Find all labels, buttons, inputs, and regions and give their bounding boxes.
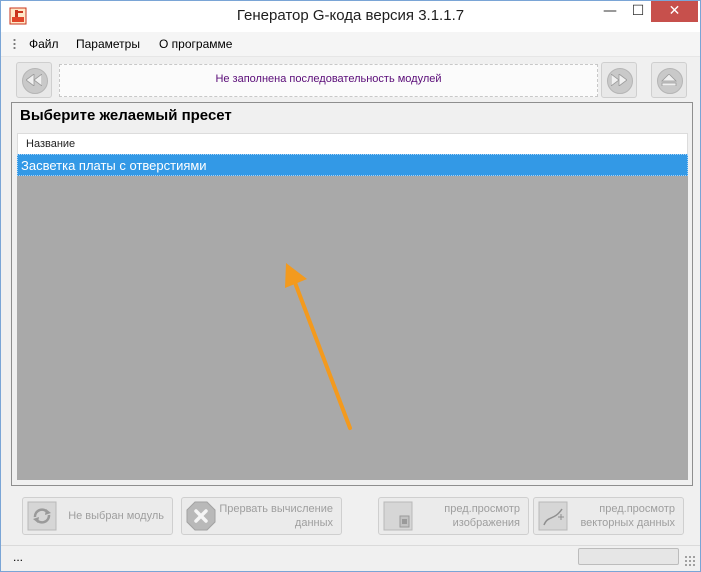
abort-button-label: Прервать вычисление данных [219,502,333,530]
fast-forward-icon [611,74,627,86]
menu-bar: Файл Параметры О программе [1,32,700,57]
preset-panel-title: Выберите желаемый пресет [20,107,232,124]
title-bar: Генератор G-кода версия 3.1.1.7 — ☐ ✕ [1,1,700,32]
rewind-icon [26,74,42,86]
bottom-button-bar: Не выбран модуль Прервать вычисление дан… [11,490,691,540]
preview-image-button[interactable]: пред.просмотр изображения [378,497,529,535]
module-refresh-icon [27,501,57,531]
preview-image-line2: изображения [452,517,520,529]
preview-vector-button[interactable]: пред.просмотр векторных данных [533,497,684,535]
abort-button-line1: Прервать вычисление [219,503,333,515]
module-button[interactable]: Не выбран модуль [22,497,173,535]
menu-grip-icon[interactable] [13,38,16,51]
preset-row-selected[interactable]: Засветка платы с отверстиями [17,154,688,176]
toolbar: Не заполнена последовательность модулей [1,57,700,103]
back-button[interactable] [16,62,52,98]
resize-grip-icon[interactable] [684,555,695,566]
preview-vector-line1: пред.просмотр [599,503,675,515]
preset-panel: Выберите желаемый пресет Название Засвет… [11,102,693,486]
eject-button[interactable] [651,62,687,98]
menu-file[interactable]: Файл [29,37,59,51]
close-button[interactable]: ✕ [651,1,698,22]
module-sequence-text: Не заполнена последовательность модулей [215,73,442,85]
preset-row-label: Засветка платы с отверстиями [21,158,207,173]
column-header-name[interactable]: Название [17,133,688,155]
image-preview-icon [383,501,413,531]
vector-preview-icon [538,501,568,531]
column-header-label: Название [26,138,76,150]
progress-bar [578,548,679,565]
preview-image-label: пред.просмотр изображения [444,502,520,530]
preview-image-line1: пред.просмотр [444,503,520,515]
status-bar: ... [1,545,700,571]
annotation-arrow-icon [285,263,352,430]
stop-cross-icon [186,501,216,531]
maximize-button[interactable]: ☐ [624,1,652,22]
preview-vector-line2: векторных данных [580,517,675,529]
menu-parameters[interactable]: Параметры [76,37,140,51]
preview-vector-label: пред.просмотр векторных данных [580,502,675,530]
forward-button[interactable] [601,62,637,98]
status-text: ... [13,550,24,564]
menu-about[interactable]: О программе [159,37,232,51]
abort-calculation-button[interactable]: Прервать вычисление данных [181,497,342,535]
abort-button-line2: данных [294,517,333,529]
eject-icon [661,74,677,86]
module-button-label: Не выбран модуль [68,510,164,522]
minimize-button[interactable]: — [596,1,624,22]
main-window: Генератор G-кода версия 3.1.1.7 — ☐ ✕ Фа… [0,0,701,572]
module-sequence-box[interactable]: Не заполнена последовательность модулей [59,64,598,97]
